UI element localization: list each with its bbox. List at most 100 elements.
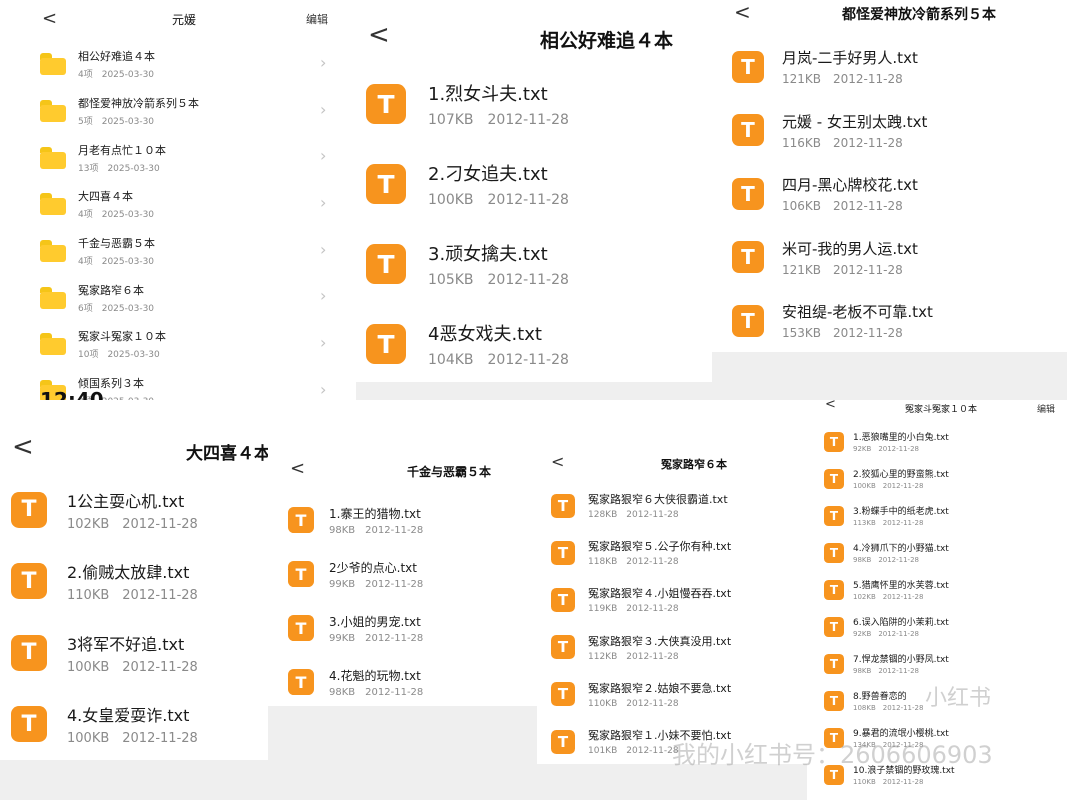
chevron-right-icon: › <box>320 379 327 399</box>
file-meta: 100KB 2012-11-28 <box>67 731 198 746</box>
folder-meta: 10项 2025-03-30 <box>78 347 166 360</box>
file-row[interactable]: T 冤家路狠窄２.姑娘不要急.txt 110KB 2012-11-28 <box>537 671 807 718</box>
item-count: 4项 <box>78 210 93 221</box>
folder-text: 千金与恶霸５本 4项 2025-03-30 <box>78 235 155 267</box>
file-size: 104KB <box>428 352 474 368</box>
file-date: 2012-11-28 <box>122 731 198 747</box>
modified-date: 2025-03-30 <box>101 70 155 81</box>
file-size: 98KB <box>853 556 872 564</box>
txt-file-icon: T <box>288 669 314 695</box>
file-row[interactable]: T 米可-我的男人运.txt 121KB 2012-11-28 <box>712 226 1067 290</box>
txt-file-icon: T <box>11 491 47 528</box>
folder-row[interactable]: 冤家路窄６本 6项 2025-03-30 › <box>0 274 356 321</box>
back-icon[interactable]: < <box>42 8 57 29</box>
file-date: 2012-11-28 <box>833 199 903 214</box>
file-meta: 108KB 2012-11-28 <box>853 704 923 712</box>
file-text: 冤家路狠窄４.小姐慢吞吞.txt 119KB 2012-11-28 <box>588 585 731 614</box>
file-date: 2012-11-28 <box>626 698 679 709</box>
file-row[interactable]: T 1.寨王的猎物.txt 98KB 2012-11-28 <box>268 493 537 547</box>
file-name: 安祖缇-老板不可靠.txt <box>782 303 933 322</box>
file-row[interactable]: T 2.刁女追夫.txt 100KB 2012-11-28 <box>356 144 712 224</box>
file-date: 2012-11-28 <box>882 778 924 786</box>
file-list-panel-dasixi: < 大四喜４本 T 1公主耍心机.txt 102KB 2012-11-28 T 2.偷贼太… <box>0 400 268 800</box>
file-row[interactable]: T 1公主耍心机.txt 102KB 2012-11-28 <box>0 474 268 546</box>
file-row[interactable]: T 冤家路狠窄６大侠很霸道.txt 128KB 2012-11-28 <box>537 482 807 529</box>
modified-date: 2025-03-30 <box>107 350 160 361</box>
folder-meta: 4项 2025-03-30 <box>78 67 155 80</box>
file-row[interactable]: T 4恶女戏夫.txt 104KB 2012-11-28 <box>356 304 712 384</box>
file-size: 92KB <box>853 445 872 453</box>
folder-row[interactable]: 大四喜４本 4项 2025-03-30 › <box>0 181 356 228</box>
item-count: 10项 <box>78 350 99 361</box>
folder-row[interactable]: 千金与恶霸５本 4项 2025-03-30 › <box>0 228 356 275</box>
file-date: 2012-11-28 <box>878 445 919 453</box>
folder-row[interactable]: 月老有点忙１０本 13项 2025-03-30 › <box>0 134 356 181</box>
file-row[interactable]: T 5.猎鹰怀里的水芙蓉.txt 102KB 2012-11-28 <box>807 571 1067 608</box>
file-text: 3.小姐的男宠.txt 99KB 2012-11-28 <box>329 613 423 644</box>
page-title: 千金与恶霸５本 <box>407 465 492 479</box>
file-name: 2.狡狐心里的野蛮熊.txt <box>853 470 949 480</box>
file-row[interactable]: T 1.烈女斗夫.txt 107KB 2012-11-28 <box>356 64 712 144</box>
back-icon[interactable]: < <box>551 452 564 471</box>
file-list: T 1公主耍心机.txt 102KB 2012-11-28 T 2.偷贼太放肆.txt 11… <box>0 474 268 760</box>
file-row[interactable]: T 冤家路狠窄３.大侠真没用.txt 112KB 2012-11-28 <box>537 624 807 671</box>
file-row[interactable]: T 2少爷的点心.txt 99KB 2012-11-28 <box>268 547 537 601</box>
status-bar-time: 12:40 <box>40 388 104 400</box>
file-meta: 102KB 2012-11-28 <box>67 517 198 532</box>
back-icon[interactable]: < <box>12 432 34 462</box>
back-icon[interactable]: < <box>290 458 305 479</box>
folder-name: 相公好难追４本 <box>78 50 155 64</box>
file-row[interactable]: T 1.恶狼嘴里的小白兔.txt 92KB 2012-11-28 <box>807 423 1067 460</box>
file-size: 98KB <box>329 524 356 536</box>
file-row[interactable]: T 4.花魁的玩物.txt 98KB 2012-11-28 <box>268 655 537 709</box>
edit-button[interactable]: 编辑 <box>1037 402 1055 415</box>
file-row[interactable]: T 安祖缇-老板不可靠.txt 153KB 2012-11-28 <box>712 289 1067 353</box>
txt-file-icon: T <box>824 690 844 711</box>
file-row[interactable]: T 3.顽女擒夫.txt 105KB 2012-11-28 <box>356 224 712 304</box>
file-text: 1.烈女斗夫.txt 107KB 2012-11-28 <box>428 80 569 128</box>
file-name: 3.小姐的男宠.txt <box>329 614 421 629</box>
file-row[interactable]: T 3.小姐的男宠.txt 99KB 2012-11-28 <box>268 601 537 655</box>
file-date: 2012-11-28 <box>882 482 924 490</box>
file-row[interactable]: T 7.悍龙禁锢的小野凤.txt 98KB 2012-11-28 <box>807 645 1067 682</box>
file-row[interactable]: T 2.狡狐心里的野蛮熊.txt 100KB 2012-11-28 <box>807 460 1067 497</box>
folder-icon <box>40 100 66 123</box>
file-date: 2012-11-28 <box>626 557 679 568</box>
file-row[interactable]: T 月岚-二手好男人.txt 121KB 2012-11-28 <box>712 35 1067 99</box>
back-icon[interactable]: < <box>734 0 751 24</box>
file-name: 3.粉蝶手中的纸老虎.txt <box>853 507 949 517</box>
file-row[interactable]: T 3将军不好追.txt 100KB 2012-11-28 <box>0 617 268 689</box>
file-row[interactable]: T 元媛 - 女王别太跩.txt 116KB 2012-11-28 <box>712 99 1067 163</box>
back-icon[interactable]: < <box>368 20 390 50</box>
file-size: 110KB <box>853 778 876 786</box>
folder-row[interactable]: 相公好难追４本 4项 2025-03-30 › <box>0 41 356 88</box>
file-row[interactable]: T 4.女皇爱耍诈.txt 100KB 2012-11-28 <box>0 689 268 761</box>
file-row[interactable]: T 冤家路狠窄５.公子你有种.txt 118KB 2012-11-28 <box>537 529 807 576</box>
file-meta: 116KB 2012-11-28 <box>782 136 927 150</box>
file-meta: 110KB 2012-11-28 <box>853 778 955 786</box>
file-row[interactable]: T 4.冷狮爪下的小野猫.txt 98KB 2012-11-28 <box>807 534 1067 571</box>
file-meta: 99KB 2012-11-28 <box>329 633 423 644</box>
folder-row[interactable]: 冤家斗冤家１０本 10项 2025-03-30 › <box>0 321 356 368</box>
file-name: 4.冷狮爪下的小野猫.txt <box>853 544 949 554</box>
file-meta: 98KB 2012-11-28 <box>853 556 949 564</box>
folder-meta: 5项 2025-03-30 <box>78 114 199 127</box>
file-text: 2.狡狐心里的野蛮熊.txt 100KB 2012-11-28 <box>853 467 949 490</box>
folder-meta: 13项 2025-03-30 <box>78 161 166 174</box>
file-meta: 98KB 2012-11-28 <box>329 525 423 536</box>
edit-button[interactable]: 编辑 <box>306 11 328 27</box>
file-row[interactable]: T 四月-黑心牌校花.txt 106KB 2012-11-28 <box>712 162 1067 226</box>
file-row[interactable]: T 6.误入陷阱的小茉莉.txt 92KB 2012-11-28 <box>807 608 1067 645</box>
folder-list-panel: < 元媛 编辑 相公好难追４本 4项 2025-03-30 › 都怪爱神放冷箭系列５本 5… <box>0 0 356 400</box>
file-list: T 冤家路狠窄６大侠很霸道.txt 128KB 2012-11-28 T 冤家路狠窄５.公… <box>537 482 807 765</box>
file-row[interactable]: T 3.粉蝶手中的纸老虎.txt 113KB 2012-11-28 <box>807 497 1067 534</box>
file-meta: 121KB 2012-11-28 <box>782 263 918 277</box>
file-row[interactable]: T 冤家路狠窄４.小姐慢吞吞.txt 119KB 2012-11-28 <box>537 576 807 623</box>
file-list-panel-qianjin: < 千金与恶霸５本 T 1.寨王的猎物.txt 98KB 2012-11-28 T 2少爷… <box>268 400 537 800</box>
folder-list: 相公好难追４本 4项 2025-03-30 › 都怪爱神放冷箭系列５本 5项 2025-03… <box>0 41 356 400</box>
back-icon[interactable]: < <box>825 400 836 412</box>
folder-row[interactable]: 都怪爱神放冷箭系列５本 5项 2025-03-30 › <box>0 88 356 135</box>
file-name: 4.花魁的玩物.txt <box>329 668 421 683</box>
file-row[interactable]: T 2.偷贼太放肆.txt 110KB 2012-11-28 <box>0 546 268 618</box>
folder-name: 千金与恶霸５本 <box>78 237 155 251</box>
